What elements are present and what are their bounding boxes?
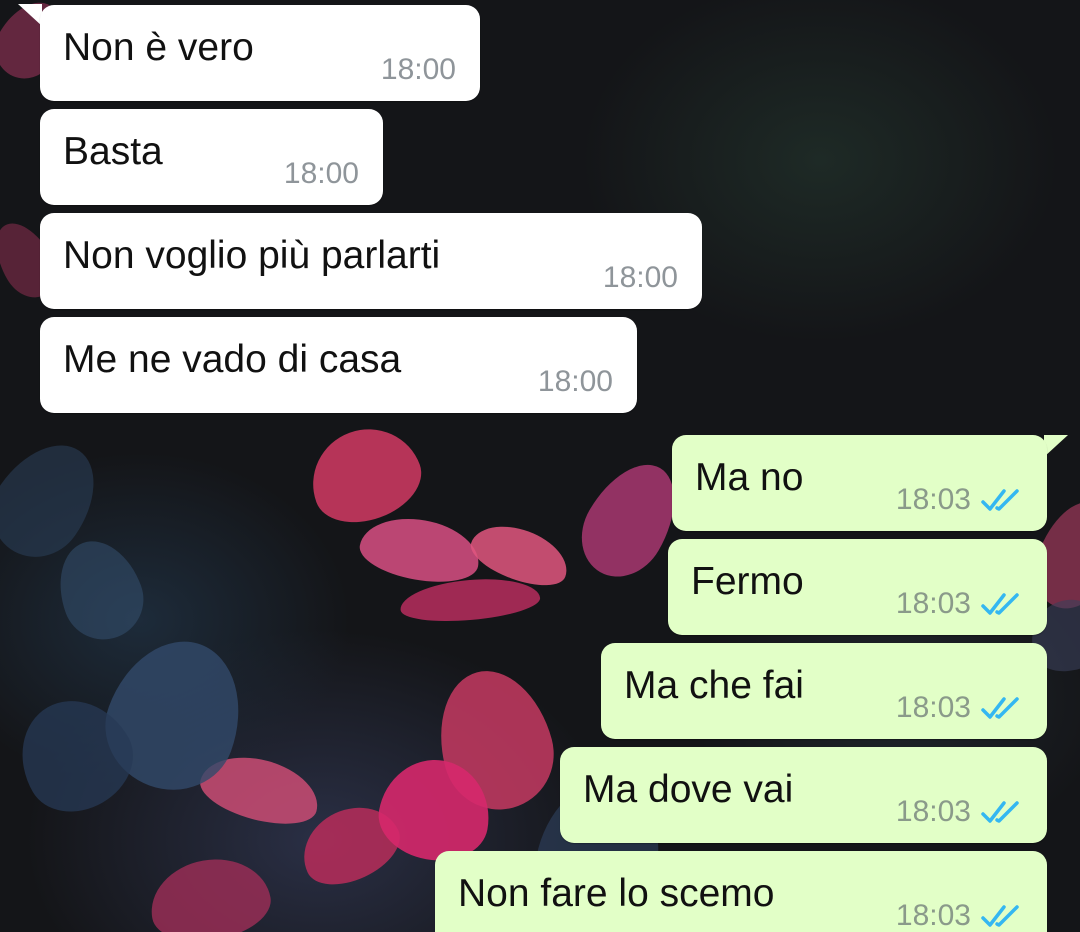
message-text: Non voglio più parlarti (63, 234, 441, 277)
message-text: Ma no (695, 456, 804, 499)
message-meta: 18:00 (381, 53, 456, 87)
message-time: 18:03 (895, 691, 971, 724)
incoming-message[interactable]: Non voglio più parlarti 18:00 (40, 213, 702, 309)
message-text: Ma dove vai (583, 768, 794, 811)
message-time: 18:00 (380, 53, 456, 86)
message-meta: 18:03 (896, 899, 1023, 932)
incoming-message[interactable]: Basta 18:00 (40, 109, 383, 205)
outgoing-bubble-tail (1044, 435, 1068, 457)
outgoing-message[interactable]: Ma no 18:03 (672, 435, 1047, 531)
double-check-read-icon (981, 798, 1023, 826)
message-text: Ma che fai (624, 664, 804, 707)
message-time: 18:03 (895, 899, 971, 932)
outgoing-message[interactable]: Ma che fai 18:03 (601, 643, 1047, 739)
message-time: 18:00 (537, 365, 613, 398)
outgoing-message[interactable]: Ma dove vai 18:03 (560, 747, 1047, 843)
message-meta: 18:00 (603, 261, 678, 295)
message-text: Basta (63, 130, 163, 173)
message-time: 18:03 (895, 795, 971, 828)
message-meta: 18:03 (896, 483, 1023, 517)
message-meta: 18:00 (284, 157, 359, 191)
message-text: Me ne vado di casa (63, 338, 402, 381)
incoming-message[interactable]: Non è vero 18:00 (40, 5, 480, 101)
message-text: Non è vero (63, 26, 254, 69)
message-text: Fermo (691, 560, 804, 603)
message-text: Non fare lo scemo (458, 872, 775, 915)
double-check-read-icon (981, 694, 1023, 722)
message-time: 18:00 (602, 261, 678, 294)
double-check-read-icon (981, 486, 1023, 514)
conversation[interactable]: Non è vero 18:00 Basta 18:00 Non voglio … (0, 0, 1080, 932)
incoming-message[interactable]: Me ne vado di casa 18:00 (40, 317, 637, 413)
outgoing-message[interactable]: Non fare lo scemo 18:03 (435, 851, 1047, 932)
message-meta: 18:03 (896, 587, 1023, 621)
message-meta: 18:03 (896, 691, 1023, 725)
outgoing-message[interactable]: Fermo 18:03 (668, 539, 1047, 635)
message-time: 18:03 (895, 483, 971, 516)
double-check-read-icon (981, 590, 1023, 618)
double-check-read-icon (981, 902, 1023, 930)
incoming-bubble-tail (18, 4, 42, 26)
message-time: 18:00 (283, 157, 359, 190)
message-meta: 18:03 (896, 795, 1023, 829)
message-meta: 18:00 (538, 365, 613, 399)
message-time: 18:03 (895, 587, 971, 620)
